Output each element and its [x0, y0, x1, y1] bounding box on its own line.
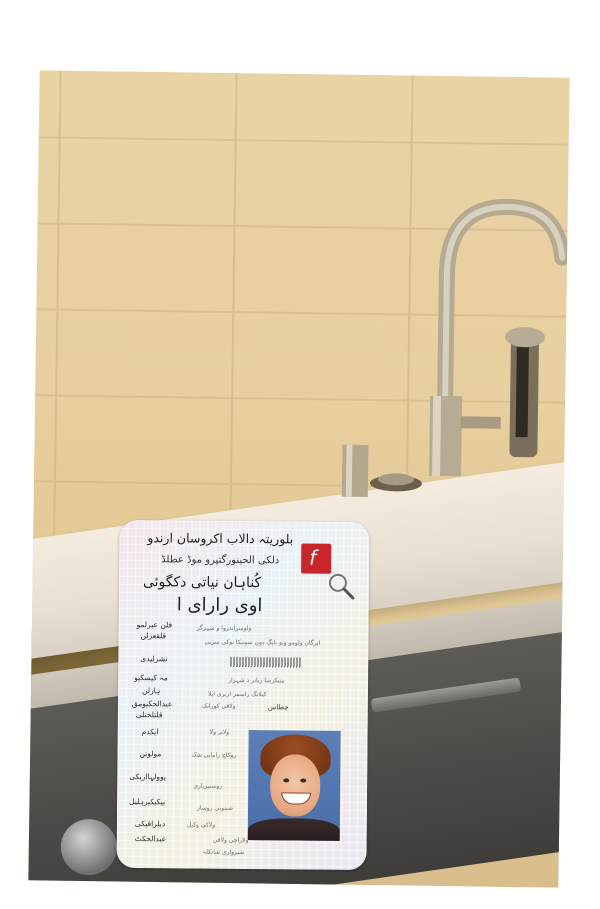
barcode [230, 656, 303, 668]
field-value: ولومنراندروا و شہرگر [196, 624, 252, 633]
field-value: ولانر ولا [209, 728, 230, 736]
field-label: مولوتن [139, 749, 162, 759]
field-label: فلن عبرلمو [136, 620, 173, 630]
card-title-line-1: کُناہان نیاتی دکگوئی [142, 574, 262, 592]
field-label: ہارلن [141, 686, 161, 696]
field-value: شینونی روساز [196, 804, 233, 812]
field-value: کیلانگ راسمر اریری ایلا [207, 690, 267, 699]
field-value: شیرواری شاتکلہ [202, 848, 245, 857]
field-label: تشرلیدی [140, 654, 168, 664]
field-label: قلقعزلن [140, 631, 167, 641]
field-value: ولاقی کورانک [201, 702, 236, 710]
portrait-photo [247, 730, 341, 841]
flash-logo-icon: f [301, 543, 332, 574]
card-title-line-2: اوی رارای ا [176, 594, 263, 617]
card-header-line-2: دلکی الحینورگتپرو موڈ عطلڈ [161, 554, 280, 567]
magnifier-icon [328, 573, 355, 600]
field-label: قلتلحنلی [135, 710, 163, 720]
field-value: روکاچ رامایی شک [191, 751, 237, 759]
field-label: ییکیکیرہلیل [129, 797, 166, 807]
field-value: چطاس [267, 703, 289, 712]
portrait-shirt [247, 818, 340, 841]
field-label: دیلراقیکی [134, 819, 166, 829]
field-value: ولاراچی ولاقی [212, 836, 249, 845]
portrait-eye [300, 778, 307, 783]
portrait-eye [283, 778, 290, 783]
field-label: عبدالحکیومق [131, 699, 173, 709]
field-label: عبدالحکٹ [134, 834, 167, 844]
field-label: یوولہااریکی [129, 772, 167, 782]
field-value: روستیریاری [193, 782, 223, 790]
portrait-face [269, 754, 321, 817]
field-label: مہ کیسکیو [134, 673, 168, 683]
id-card: f بلوریتہ دالاب اکروسان ارندو دلکی الحین… [116, 519, 370, 871]
field-label: ایکدم [141, 727, 159, 737]
field-value: ولاکی وکیل [186, 821, 216, 829]
field-value: ایرگان ولومو ونو باپگ دوں سونیکا نوکی سر… [204, 638, 321, 647]
field-value: منیکرسا ریانر د شہزار [228, 676, 285, 685]
card-header-line-1: بلوریتہ دالاب اکروسان ارندو [147, 530, 294, 547]
